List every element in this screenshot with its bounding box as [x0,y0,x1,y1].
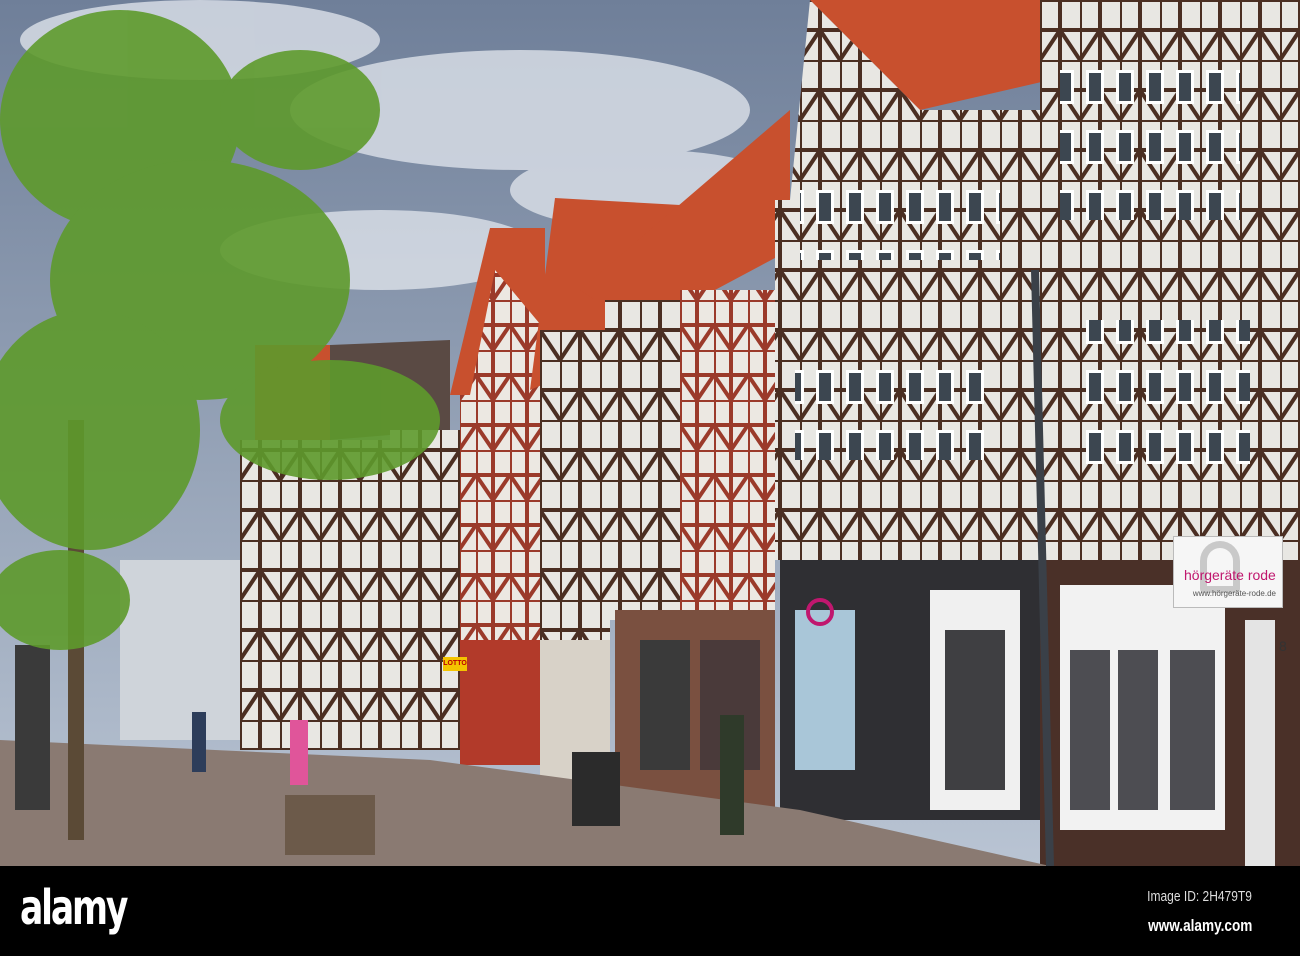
shop-name: hörgeräte rode [1184,567,1276,583]
street-scene [0,0,1300,866]
watermark-bar: alamy Image ID: 2H479T9 www.alamy.com [0,866,1300,956]
house-number: 8 [1279,638,1287,654]
shop-url: www.hörgeräte-rode.de [1192,589,1276,598]
image-id: Image ID: 2H479T9 [1147,888,1252,905]
alamy-logo: alamy [20,880,128,936]
bench [285,795,375,855]
site-url: www.alamy.com [1147,916,1252,935]
bollard [15,645,50,810]
large-half-timbered-house [775,0,1060,820]
stock-photo: LOTTO 8 hörgeräte rode www.hörgeräte-rod… [0,0,1300,956]
lotto-sign: LOTTO [443,657,467,671]
trash-bin [572,752,620,826]
shop-sign: hörgeräte rode www.hörgeräte-rode.de [1173,536,1283,608]
corner-house [1040,0,1300,866]
